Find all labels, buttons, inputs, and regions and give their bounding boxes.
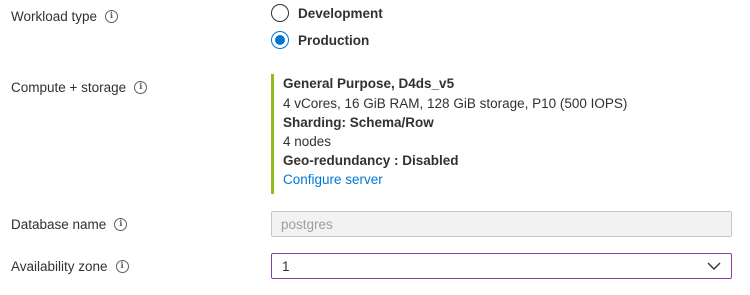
database-name-label: Database name [11,217,107,232]
compute-storage-label: Compute + storage [11,80,127,95]
workload-type-label-row: Workload type i [11,9,119,24]
availability-zone-select[interactable]: 1 [271,253,732,279]
compute-storage-label-row: Compute + storage i [11,80,148,95]
availability-zone-label-row: Availability zone i [11,259,129,274]
compute-nodes: 4 nodes [283,134,332,149]
chevron-down-icon[interactable] [707,261,721,271]
availability-zone-label: Availability zone [11,259,108,274]
compute-storage-summary: General Purpose, D4ds_v5 4 vCores, 16 Gi… [271,74,627,194]
radio-development-label: Development [298,5,383,21]
radio-production-circle[interactable] [271,31,289,49]
configure-server-link[interactable]: Configure server [283,170,627,189]
info-icon[interactable]: i [114,218,128,231]
radio-development[interactable]: Development [271,4,383,22]
compute-tier: General Purpose, D4ds_v5 [283,76,455,91]
info-icon[interactable]: i [105,10,119,23]
workload-type-label: Workload type [11,9,98,24]
info-icon[interactable]: i [134,81,148,94]
radio-development-circle[interactable] [271,4,289,22]
availability-zone-value: 1 [282,258,290,274]
compute-sharding: Sharding: Schema/Row [283,115,434,130]
radio-production-label: Production [298,32,370,48]
database-name-label-row: Database name i [11,217,128,232]
compute-geo-redundancy: Geo-redundancy : Disabled [283,153,459,168]
radio-production[interactable]: Production [271,31,369,49]
compute-specs: 4 vCores, 16 GiB RAM, 128 GiB storage, P… [283,96,628,111]
database-name-input[interactable] [271,211,732,237]
info-icon[interactable]: i [115,260,129,273]
